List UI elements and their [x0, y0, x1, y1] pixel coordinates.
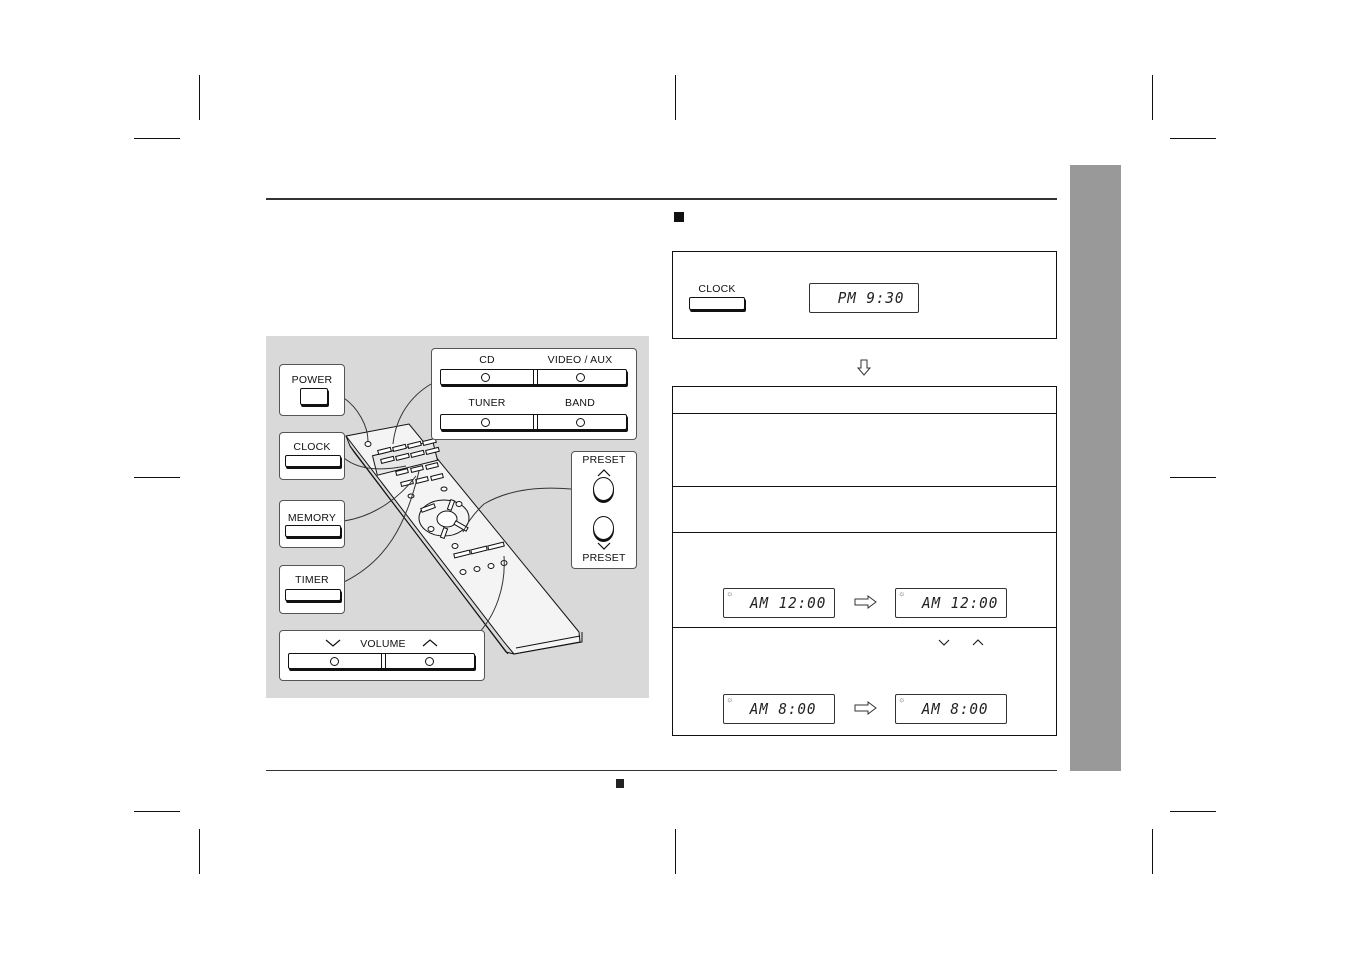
- down-chevron-icon: [938, 639, 950, 646]
- step-text: [673, 387, 1056, 399]
- preset-down-label: PRESET: [582, 552, 626, 564]
- crop-mark: [1170, 138, 1216, 139]
- step-row-2: [673, 414, 1056, 487]
- lcd-display-after: ☼ AM 8:00: [895, 694, 1007, 724]
- crop-mark: [1170, 477, 1216, 478]
- right-arrow-icon: [854, 595, 877, 609]
- lcd-display: PM 9:30: [809, 283, 919, 313]
- crop-mark: [1170, 811, 1216, 812]
- memory-button[interactable]: [285, 525, 341, 537]
- source-buttons-callout: CD VIDEO / AUX TUNER BAND: [431, 348, 637, 440]
- chapter-side-tab: [1070, 165, 1121, 771]
- memory-label: MEMORY: [287, 512, 337, 524]
- page-number-marker: [616, 779, 624, 788]
- cd-button[interactable]: [481, 373, 490, 382]
- video-aux-button[interactable]: [576, 373, 585, 382]
- clock-button-label: CLOCK: [698, 283, 736, 295]
- step-row-1: [673, 387, 1056, 414]
- timer-button[interactable]: [285, 589, 341, 601]
- step-text: [673, 414, 1056, 426]
- clock-callout: CLOCK: [279, 432, 345, 480]
- volume-down-button[interactable]: [330, 657, 339, 666]
- header-rule: [266, 198, 1057, 200]
- lcd-display-text: AM 8:00: [749, 700, 817, 718]
- crop-mark: [199, 75, 200, 120]
- memory-callout: MEMORY: [279, 500, 345, 548]
- lcd-display-text: AM 8:00: [921, 700, 989, 718]
- steps-table: ☼ AM 12:00 ☼ AM 12:00 ☼ AM 8:00 ☼ AM 8:0…: [672, 386, 1057, 736]
- crop-mark: [675, 829, 676, 874]
- clock-indicator-icon: ☼: [898, 695, 906, 704]
- crop-mark: [675, 75, 676, 120]
- clock-indicator-icon: ☼: [898, 589, 906, 598]
- preset-callout: PRESET PRESET: [571, 451, 637, 569]
- step-row-3: [673, 487, 1056, 533]
- chevron-down-icon: [597, 542, 611, 550]
- band-button[interactable]: [576, 418, 585, 427]
- lcd-display-before: ☼ AM 12:00: [723, 588, 835, 618]
- band-label: BAND: [565, 397, 595, 409]
- remote-control-illustration: POWER CLOCK MEMORY TIMER CD VIDEO / AUX …: [266, 336, 649, 698]
- volume-callout: VOLUME: [279, 630, 485, 681]
- timer-callout: TIMER: [279, 565, 345, 614]
- clock-label: CLOCK: [293, 441, 331, 453]
- lcd-display-text: AM 12:00: [922, 594, 999, 612]
- clock-indicator-icon: ☼: [726, 695, 734, 704]
- power-label: POWER: [291, 374, 333, 386]
- volume-button-pair: [288, 653, 475, 669]
- crop-mark: [134, 477, 180, 478]
- preset-up-label: PRESET: [582, 454, 626, 466]
- crop-mark: [134, 811, 180, 812]
- clock-indicator-icon: ☼: [726, 589, 734, 598]
- step-text: [673, 628, 1056, 640]
- lcd-display-text: AM 12:00: [750, 594, 827, 612]
- tuner-button[interactable]: [481, 418, 490, 427]
- power-callout: POWER: [279, 364, 345, 416]
- power-button[interactable]: [300, 388, 328, 405]
- step-row-5: ☼ AM 8:00 ☼ AM 8:00: [673, 628, 1056, 735]
- volume-up-button[interactable]: [425, 657, 434, 666]
- section-bullet-icon: [674, 212, 684, 222]
- tuner-band-button-pair: [440, 414, 627, 430]
- crop-mark: [199, 829, 200, 874]
- down-arrow-icon: [856, 359, 872, 376]
- timer-label: TIMER: [295, 574, 329, 586]
- step-row-4: ☼ AM 12:00 ☼ AM 12:00: [673, 533, 1056, 628]
- volume-down-chevron-icon: [325, 639, 341, 647]
- crop-mark: [134, 138, 180, 139]
- up-chevron-icon: [972, 639, 984, 646]
- crop-mark: [1152, 829, 1153, 874]
- step-text: [673, 533, 1056, 545]
- lcd-display-before: ☼ AM 8:00: [723, 694, 835, 724]
- tuner-label: TUNER: [468, 397, 506, 409]
- volume-label: VOLUME: [360, 638, 406, 650]
- volume-up-chevron-icon: [422, 639, 438, 647]
- cd-label: CD: [479, 354, 495, 366]
- clock-button[interactable]: [689, 297, 745, 310]
- crop-mark: [1152, 75, 1153, 120]
- lcd-display-after: ☼ AM 12:00: [895, 588, 1007, 618]
- remote-body: [345, 423, 583, 655]
- chevron-up-icon: [597, 469, 611, 477]
- video-aux-label: VIDEO / AUX: [547, 354, 613, 366]
- preset-down-button[interactable]: [593, 516, 614, 540]
- preset-up-button[interactable]: [593, 477, 614, 501]
- clock-display-example-box: CLOCK PM 9:30: [672, 251, 1057, 339]
- right-arrow-icon: [854, 701, 877, 715]
- lcd-display-text: PM 9:30: [837, 289, 905, 307]
- cd-video-aux-button-pair: [440, 369, 627, 385]
- clock-button[interactable]: [285, 455, 341, 467]
- footer-rule: [266, 770, 1057, 771]
- step-text: [673, 487, 1056, 499]
